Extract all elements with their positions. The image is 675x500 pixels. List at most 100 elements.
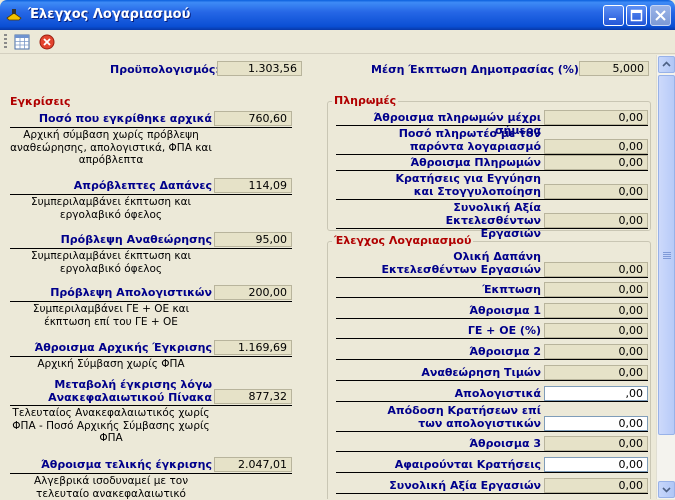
check-total-cost-label: Ολική Δαπάνη Εκτελεσθέντων Εργασιών [381,250,541,276]
arrow-up-icon [662,61,671,67]
discount-value: 5,000 [579,61,649,76]
minimize-button[interactable] [603,5,624,26]
approval-initial-sum-note: Αρχική Σύμβαση χωρίς ΦΠΑ [37,358,185,370]
app-icon [6,9,22,21]
toolbar [0,30,675,54]
divider [336,125,648,126]
divider [10,301,292,302]
check-overhead-label: ΓΕ + ΟΕ (%) [467,324,541,337]
thumb-grip [663,254,671,255]
budget-label: Προϋπολογισμός: [110,63,220,76]
divider [336,493,648,494]
check-overhead-value: 0,00 [544,323,648,338]
check-daywork-label: Απολογιστικά [454,387,541,400]
payments-retention-label: Κρατήσεις για Εγγύηση και Στογγυλοποίηση [395,172,541,198]
approval-initial-note: Αρχική σύμβαση χωρίς πρόβλεψη αναθεώρηση… [10,129,212,166]
payments-to-date-value: 0,00 [544,110,648,125]
check-retention-return-input[interactable]: 0,00 [544,416,648,431]
approval-change-label: Μεταβολή έγκρισης λόγω Ανακεφαλαιωτικού … [48,378,212,404]
approval-revision-label: Πρόβλεψη Αναθεώρησης [60,233,212,246]
check-sum3-label: Άθροισμα 3 [469,437,541,450]
divider [336,170,648,171]
approval-final-sum-value: 2.047,01 [214,457,292,472]
divider [10,405,292,406]
thumb-grip [663,256,671,257]
vertical-scrollbar[interactable] [656,55,675,499]
minimize-icon [609,18,616,20]
close-icon [655,10,666,21]
form-content: Προϋπολογισμός: 1.303,56 Μέση Έκπτωση Δη… [4,55,656,499]
payments-sum-value: 0,00 [544,155,648,170]
account-check-title: Έλεγχος Λογαριασμού [332,234,474,247]
approval-revision-value: 95,00 [214,232,292,247]
payments-retention-value: 0,00 [544,184,648,199]
check-sum3-value: 0,00 [544,436,648,451]
grid-icon[interactable] [13,33,31,51]
close-button[interactable] [650,5,671,26]
divider [336,318,648,319]
check-sum1-label: Άθροισμα 1 [469,304,541,317]
approval-change-note: Τελευταίος Ανακεφαλαιωτικός χωρίς ΦΠΑ - … [12,407,210,444]
payments-sum-label: Άθροισμα Πληρωμών [410,156,541,169]
divider [336,431,648,432]
check-sum2-label: Άθροισμα 2 [469,345,541,358]
check-total-works-label: Συνολική Αξία Εργασιών [389,479,541,492]
approval-initial-label: Ποσό που εγκρίθηκε αρχικά [38,112,212,125]
discount-label: Μέση Έκπτωση Δημοπρασίας (%): [371,63,584,76]
payments-total-value-value: 0,00 [544,213,648,228]
approval-change-value: 877,32 [214,389,292,404]
divider [10,473,292,474]
divider [10,248,292,249]
check-total-works-value: 0,00 [544,478,648,493]
check-total-cost-value: 0,00 [544,262,648,277]
divider [336,228,648,229]
payments-title: Πληρωμές [332,94,399,107]
scroll-down-button[interactable] [658,481,675,498]
check-price-revision-value: 0,00 [544,365,648,380]
check-daywork-input[interactable]: ,00 [544,386,648,401]
check-deductions-label: Αφαιρούνται Κρατήσεις [394,458,541,471]
divider [336,401,648,402]
scroll-up-button[interactable] [658,56,675,73]
budget-value: 1.303,56 [217,61,302,76]
payments-current-label: Ποσό πληρωτέο με τον παρόντα λογαριασμό [398,127,541,153]
divider [336,380,648,381]
divider [10,194,292,195]
divider [336,451,648,452]
approval-initial-value: 760,60 [214,111,292,126]
divider [336,297,648,298]
check-discount-label: Έκπτωση [482,283,541,296]
approval-daywork-label: Πρόβλεψη Απολογιστικών [50,286,212,299]
arrow-down-icon [662,487,671,493]
title-bar[interactable]: Έλεγχος Λογαριασμού [0,0,675,30]
window-title: Έλεγχος Λογαριασμού [28,7,191,22]
maximize-icon [630,9,643,22]
toolbar-grip[interactable] [4,34,7,50]
approval-initial-sum-value: 1.169,69 [214,340,292,355]
check-sum1-value: 0,00 [544,303,648,318]
check-price-revision-label: Αναθεώρηση Τιμών [421,366,541,379]
approval-contingency-note: Συμπεριλαμβάνει έκπτωση και εργολαβικό ό… [30,196,192,221]
approval-contingency-label: Απρόβλεπτες Δαπάνες [73,179,212,192]
divider [336,338,648,339]
approval-initial-sum-label: Άθροισμα Αρχικής Έγκρισης [34,341,212,354]
scroll-thumb[interactable] [658,75,675,435]
approval-contingency-value: 114,09 [214,178,292,193]
approval-revision-note: Συμπεριλαμβάνει έκπτωση και εργολαβικό ό… [30,250,192,275]
approvals-title: Εγκρίσεις [10,95,71,108]
thumb-grip [663,252,671,253]
divider [10,356,292,357]
payments-current-value: 0,00 [544,139,648,154]
approval-daywork-note: Συμπεριλαμβάνει ΓΕ + ΟΕ και έκπτωση επί … [32,303,190,328]
approval-final-sum-note: Αλγεβρικά ισοδυναμεί με τον τελευταίο αν… [33,475,189,499]
approval-daywork-value: 200,00 [214,285,292,300]
check-retention-return-label: Απόδοση Κρατήσεων επί των απολογιστικών [387,404,541,430]
thumb-grip [663,258,671,259]
divider [336,359,648,360]
check-discount-value: 0,00 [544,282,648,297]
maximize-button[interactable] [626,5,647,26]
divider [336,277,648,278]
check-deductions-input[interactable]: 0,00 [544,457,648,472]
divider [336,199,648,200]
cancel-icon[interactable] [38,33,56,51]
